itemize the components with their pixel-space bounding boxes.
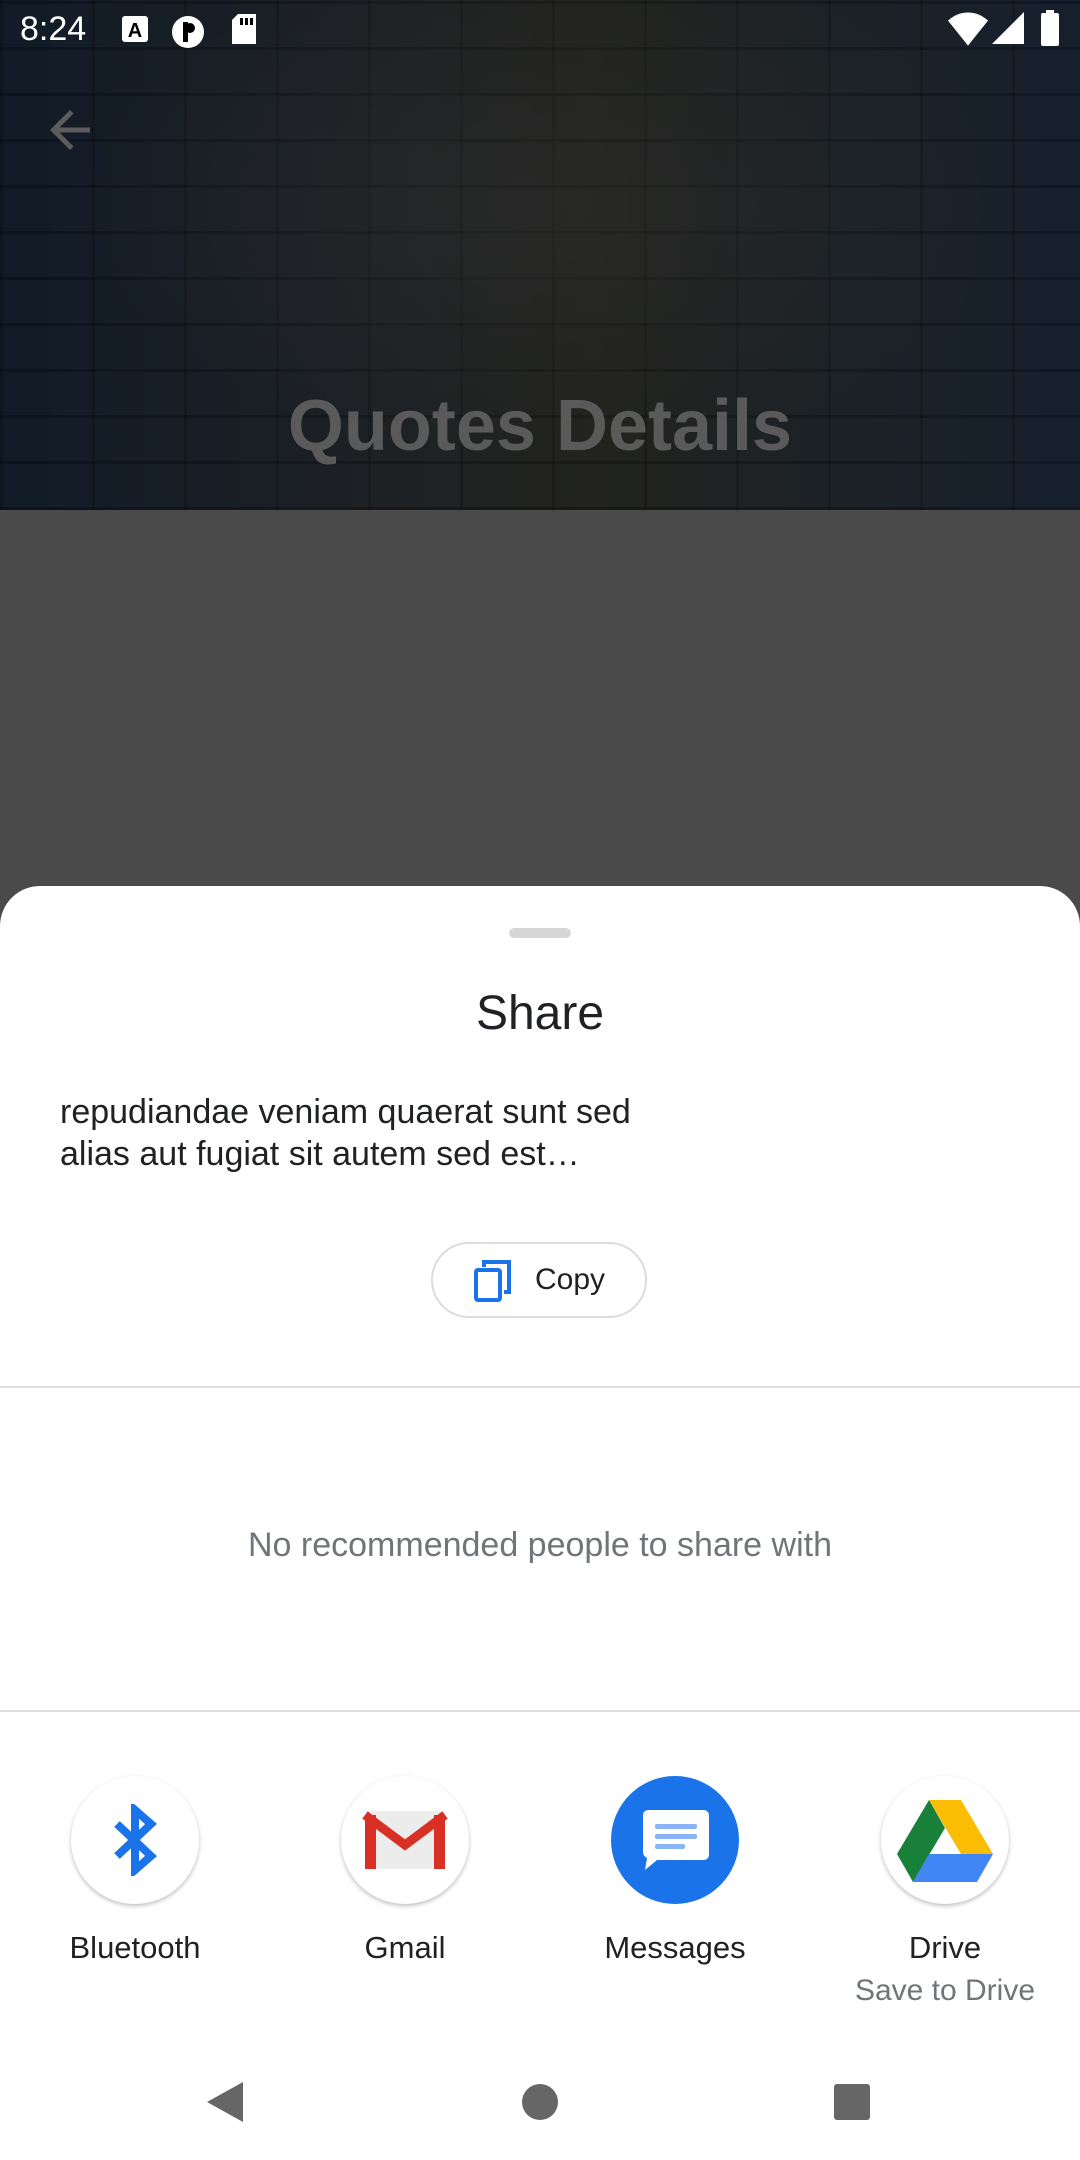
- target-label: Drive: [908, 1930, 982, 1965]
- share-sheet: Share repudiandae veniam quaerat sunt se…: [0, 886, 1080, 2160]
- drag-handle[interactable]: [509, 928, 571, 938]
- copy-button[interactable]: Copy: [431, 1242, 647, 1318]
- system-nav-bar: [0, 2050, 1080, 2160]
- bluetooth-icon-circle: [71, 1776, 199, 1904]
- battery-icon: [1040, 10, 1060, 51]
- back-button[interactable]: [40, 100, 100, 160]
- app-notification-icon: [170, 14, 206, 55]
- page-title: Quotes Details: [287, 386, 793, 466]
- arrow-back-icon: [50, 110, 90, 150]
- cell-signal-icon: [992, 12, 1024, 49]
- target-label: Bluetooth: [69, 1930, 201, 1965]
- bluetooth-icon: [114, 1804, 157, 1876]
- no-recommendations-text: No recommended people to share with: [248, 1526, 832, 1564]
- nav-recents-icon: [834, 2084, 870, 2120]
- copy-icon: [473, 1260, 511, 1302]
- nav-recents-button[interactable]: [832, 2082, 872, 2127]
- wifi-icon: [948, 12, 988, 51]
- status-bar: 8:24 A: [0, 0, 1080, 62]
- share-preview-text: repudiandae veniam quaerat sunt sed alia…: [60, 1091, 700, 1175]
- header-image: Quotes Details: [0, 0, 1080, 510]
- target-label: Messages: [604, 1930, 746, 1965]
- nav-home-icon: [522, 2084, 558, 2120]
- gmail-icon-circle: [341, 1776, 469, 1904]
- messages-icon-circle: [611, 1776, 739, 1904]
- target-sublabel: Save to Drive: [854, 1974, 1036, 2007]
- drive-icon: [897, 1800, 993, 1882]
- drive-icon-circle: [881, 1776, 1009, 1904]
- sd-card-icon: [230, 14, 258, 51]
- nav-back-icon: [207, 2082, 243, 2122]
- divider: [0, 1710, 1080, 1712]
- share-target-bluetooth[interactable]: Bluetooth: [15, 1776, 255, 1966]
- target-label: Gmail: [364, 1930, 446, 1965]
- divider: [0, 1386, 1080, 1388]
- svg-text:A: A: [128, 20, 142, 42]
- preview-line-2: alias aut fugiat sit autem sed est…: [60, 1135, 580, 1173]
- status-time: 8:24: [20, 10, 87, 48]
- share-target-gmail[interactable]: Gmail: [285, 1776, 525, 1966]
- gmail-icon: [362, 1811, 448, 1869]
- copy-label: Copy: [534, 1263, 606, 1296]
- share-target-drive[interactable]: Drive Save to Drive: [825, 1776, 1065, 2008]
- keyboard-a-icon: A: [120, 14, 150, 49]
- share-targets: Bluetooth Gmail Messages Drive Save to D…: [0, 1776, 1080, 2036]
- nav-home-button[interactable]: [520, 2082, 560, 2127]
- messages-icon: [643, 1810, 709, 1870]
- nav-back-button[interactable]: [205, 2080, 245, 2129]
- preview-line-1: repudiandae veniam quaerat sunt sed: [60, 1093, 631, 1131]
- share-title: Share: [475, 987, 605, 1040]
- share-target-messages[interactable]: Messages: [555, 1776, 795, 1966]
